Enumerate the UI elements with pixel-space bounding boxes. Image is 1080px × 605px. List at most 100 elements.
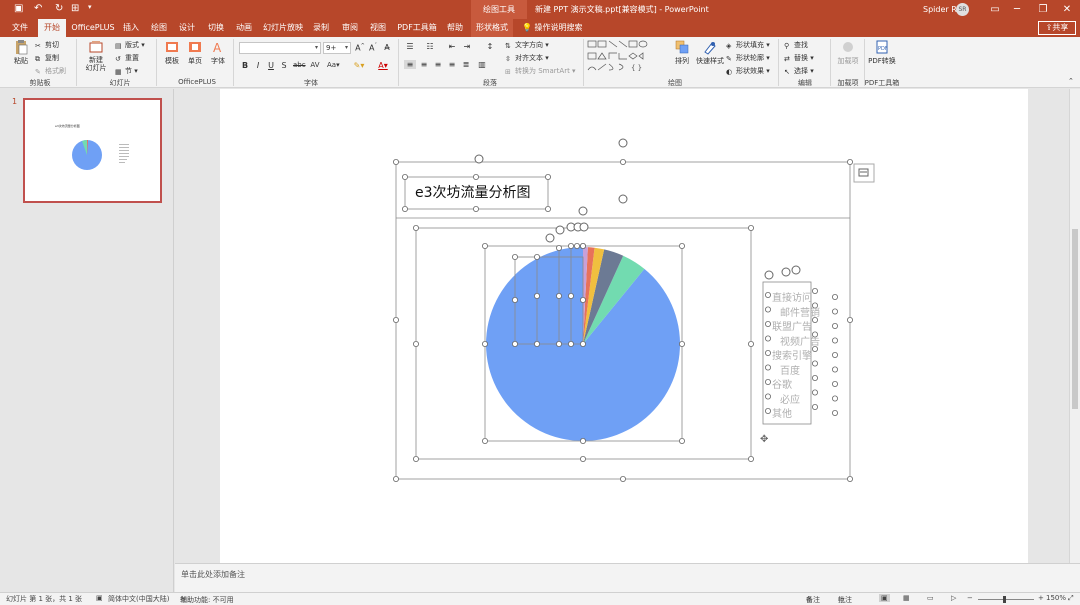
user-name[interactable]: Spider R xyxy=(923,0,957,19)
shape-effects-button[interactable]: ◐ 形状效果 ▾ xyxy=(726,66,770,76)
tab-animations[interactable]: 动画 xyxy=(233,19,255,37)
spell-check-icon[interactable]: ▣ xyxy=(96,594,103,602)
ribbon-options-icon[interactable]: ▭ xyxy=(984,0,1006,19)
tab-home[interactable]: 开始 xyxy=(38,19,66,37)
char-spacing-icon[interactable]: AV xyxy=(309,61,321,69)
undo-icon[interactable]: ↶ xyxy=(34,3,42,14)
cut-button[interactable]: ✂ 剪切 xyxy=(35,40,59,50)
legend-item[interactable]: 视频广告 xyxy=(780,333,820,348)
highlight-icon[interactable]: ✎▾ xyxy=(353,61,365,70)
font-name-combo[interactable]: ▾ xyxy=(239,42,321,54)
tab-design[interactable]: 设计 xyxy=(176,19,198,37)
tab-draw[interactable]: 绘图 xyxy=(148,19,170,37)
slideshow-view-icon[interactable]: ▷ xyxy=(951,594,956,602)
legend-item[interactable]: 搜索引擎 xyxy=(772,347,812,362)
font-button[interactable]: A 字体 xyxy=(208,39,228,66)
underline-icon[interactable]: U xyxy=(265,61,277,70)
addins-button[interactable]: 加载项 xyxy=(836,39,860,66)
zoom-slider-knob[interactable] xyxy=(1003,596,1006,603)
layout-button[interactable]: ▤ 版式 ▾ xyxy=(115,40,145,50)
decrease-font-icon[interactable]: Aˇ xyxy=(367,43,379,53)
change-case-icon[interactable]: Aa▾ xyxy=(327,61,340,69)
slide-canvas[interactable] xyxy=(220,89,1028,563)
legend-item[interactable]: 邮件营销 xyxy=(780,304,820,319)
align-text-button[interactable]: ⇳ 对齐文本 ▾ xyxy=(505,53,549,63)
justify-icon[interactable]: ≡ xyxy=(446,60,458,69)
zoom-in-icon[interactable]: + xyxy=(1038,594,1044,602)
tab-insert[interactable]: 插入 xyxy=(120,19,142,37)
paste-button[interactable]: 粘贴 xyxy=(8,39,34,66)
strikethrough-icon[interactable]: abc xyxy=(293,61,306,69)
line-spacing-icon[interactable]: ↕ xyxy=(484,42,496,51)
replace-button[interactable]: ⇄ 替换 ▾ xyxy=(784,53,814,63)
share-button[interactable]: ⇪共享 xyxy=(1038,21,1076,35)
zoom-out-icon[interactable]: − xyxy=(967,594,973,602)
reset-button[interactable]: ↺ 重置 xyxy=(115,53,139,63)
legend-item[interactable]: 其他 xyxy=(772,405,792,420)
notes-pane[interactable]: 单击此处添加备注 xyxy=(175,563,1080,592)
slide-thumbnail-1[interactable]: e3次坊流量分析图 xyxy=(23,98,162,203)
section-button[interactable]: ▦ 节 ▾ xyxy=(115,66,138,76)
avatar[interactable]: SR xyxy=(956,3,969,16)
distributed-icon[interactable]: ≣ xyxy=(460,60,472,69)
columns-icon[interactable]: ▥ xyxy=(476,60,488,69)
shape-outline-button[interactable]: ✎ 形状轮廓 ▾ xyxy=(726,53,770,63)
tab-pdf-toolbox[interactable]: PDF工具箱 xyxy=(396,19,438,37)
tab-view[interactable]: 视图 xyxy=(367,19,389,37)
tab-shape-format[interactable]: 形状格式 xyxy=(471,19,513,37)
increase-indent-icon[interactable]: ⇥ xyxy=(461,42,473,51)
clear-format-icon[interactable]: A̶ xyxy=(381,43,393,52)
tab-review[interactable]: 审阅 xyxy=(339,19,361,37)
italic-icon[interactable]: I xyxy=(252,61,264,70)
legend-item[interactable]: 联盟广告 xyxy=(772,318,812,333)
select-button[interactable]: ↖ 选择 ▾ xyxy=(784,66,814,76)
reading-view-icon[interactable]: ▭ xyxy=(927,594,934,602)
template-button[interactable]: 模板 xyxy=(162,39,182,66)
new-slide-button[interactable]: 新建 幻灯片 xyxy=(82,39,110,72)
tell-me-search[interactable]: 💡 操作说明搜索 xyxy=(522,19,583,37)
shape-fill-button[interactable]: ◈ 形状填充 ▾ xyxy=(726,40,770,50)
tab-record[interactable]: 录制 xyxy=(310,19,332,37)
tab-transitions[interactable]: 切换 xyxy=(205,19,227,37)
find-button[interactable]: ⚲ 查找 xyxy=(784,40,808,50)
text-direction-button[interactable]: ⇅ 文字方向 ▾ xyxy=(505,40,549,50)
quick-styles-button[interactable]: 快速样式 xyxy=(695,39,725,66)
collapse-ribbon-icon[interactable]: ⌃ xyxy=(1068,77,1074,85)
format-painter-button[interactable]: ✎ 格式刷 xyxy=(35,66,66,76)
legend-item[interactable]: 必应 xyxy=(780,391,800,406)
qat-customize-icon[interactable]: ▾ xyxy=(88,3,92,11)
tab-officeplus[interactable]: OfficePLUS xyxy=(70,19,116,37)
shapes-gallery[interactable]: { } xyxy=(587,40,665,74)
bullets-icon[interactable]: ☰ xyxy=(404,42,416,51)
pdf-convert-button[interactable]: PDF PDF转换 xyxy=(866,39,898,66)
language-indicator[interactable]: 简体中文(中国大陆) xyxy=(108,594,169,604)
shadow-icon[interactable]: S xyxy=(278,61,290,70)
legend-item[interactable]: 百度 xyxy=(780,362,800,377)
convert-smartart-button[interactable]: ⊞ 转换为 SmartArt ▾ xyxy=(505,66,576,76)
slideshow-icon[interactable]: ⊞ xyxy=(71,3,79,14)
close-icon[interactable]: ✕ xyxy=(1056,0,1078,19)
restore-icon[interactable]: ❐ xyxy=(1032,0,1054,19)
minimize-icon[interactable]: ─ xyxy=(1006,0,1028,19)
decrease-indent-icon[interactable]: ⇤ xyxy=(446,42,458,51)
align-left-icon[interactable]: ≡ xyxy=(404,60,416,69)
save-icon[interactable]: ▣ xyxy=(14,3,23,14)
zoom-level[interactable]: 150% xyxy=(1046,594,1066,602)
zoom-slider[interactable] xyxy=(978,599,1034,600)
increase-font-icon[interactable]: A^ xyxy=(354,43,366,53)
bold-icon[interactable]: B xyxy=(239,61,251,70)
font-size-combo[interactable]: 9+ ▾ xyxy=(323,42,351,54)
slide-title[interactable]: e3次坊流量分析图 xyxy=(415,182,531,202)
align-right-icon[interactable]: ≡ xyxy=(432,60,444,69)
numbering-icon[interactable]: ☷ xyxy=(424,42,436,51)
normal-view-icon[interactable]: ▣ xyxy=(879,594,890,602)
redo-icon[interactable]: ↻ xyxy=(55,3,63,14)
tab-help[interactable]: 帮助 xyxy=(443,19,467,37)
single-page-button[interactable]: 单页 xyxy=(185,39,205,66)
legend-item[interactable]: 谷歌 xyxy=(772,376,792,391)
slide-sorter-icon[interactable]: ▦ xyxy=(903,594,910,602)
align-center-icon[interactable]: ≡ xyxy=(418,60,430,69)
font-color-icon[interactable]: A▾ xyxy=(377,61,389,70)
tab-file[interactable]: 文件 xyxy=(8,19,32,37)
legend-item[interactable]: 直接访问 xyxy=(772,289,812,304)
